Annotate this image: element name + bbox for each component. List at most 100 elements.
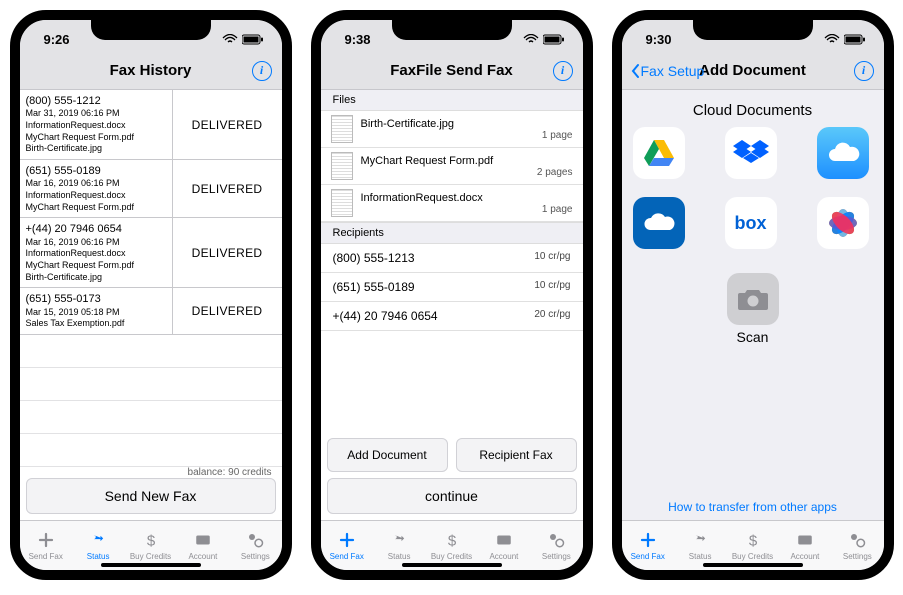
tab-label: Send Fax [29,552,63,561]
balance-text: balance: 90 credits [188,467,272,478]
page-title: FaxFile Send Fax [390,62,513,79]
status-label: DELIVERED [172,288,282,334]
tab-label: Send Fax [631,552,665,561]
navbar: FaxFile Send Fax i [321,52,583,90]
history-info: (651) 555-0189Mar 16, 2019 06:16 PMInfor… [20,160,172,217]
cloud-provider-grid: box [622,127,884,259]
tab-label: Settings [241,552,270,561]
add-document-content: Cloud Documents box [622,90,884,520]
dropbox-icon[interactable] [725,127,777,179]
tab-settings[interactable]: Settings [530,521,582,570]
settings-icon [847,531,867,551]
info-button[interactable]: i [553,61,573,81]
recipient-rate: 20 cr/pg [534,309,570,323]
battery-icon [844,34,866,45]
status-label: DELIVERED [172,218,282,287]
continue-button[interactable]: continue [327,478,577,514]
status-icon [389,531,409,551]
history-list: (800) 555-1212Mar 31, 2019 06:16 PMInfor… [20,90,282,520]
history-row[interactable]: (800) 555-1212Mar 31, 2019 06:16 PMInfor… [20,90,282,160]
tab-settings[interactable]: Settings [229,521,281,570]
tab-send[interactable]: Send Fax [20,521,72,570]
home-indicator [703,563,803,567]
status-icon [690,531,710,551]
send-icon [638,531,658,551]
chevron-left-icon [630,63,641,79]
file-row[interactable]: Birth-Certificate.jpg1 page [321,111,583,148]
file-name: MyChart Request Form.pdf2 pages [361,155,573,178]
box-icon[interactable]: box [725,197,777,249]
tab-send[interactable]: Send Fax [321,521,373,570]
tab-label: Buy Credits [732,552,773,561]
camera-icon [727,273,779,325]
history-row[interactable]: (651) 555-0189Mar 16, 2019 06:16 PMInfor… [20,160,282,218]
file-name: InformationRequest.docx1 page [361,192,573,215]
status-icons [523,34,565,45]
scan-label: Scan [622,329,884,345]
back-label: Fax Setup [641,63,705,79]
wifi-icon [523,34,539,44]
send-new-fax-button[interactable]: Send New Fax [26,478,276,514]
tab-label: Status [689,552,712,561]
recipient-number: (651) 555-0189 [333,280,415,294]
tab-label: Account [188,552,217,561]
status-icons [222,34,264,45]
recipient-number: +(44) 20 7946 0654 [333,309,438,323]
info-icon: i [252,61,272,81]
photos-icon[interactable] [817,197,869,249]
notch [693,20,813,40]
page-title: Add Document [699,62,806,79]
info-icon: i [854,61,874,81]
info-button[interactable]: i [854,61,874,81]
send-icon [36,531,56,551]
history-info: (800) 555-1212Mar 31, 2019 06:16 PMInfor… [20,90,172,159]
cloud-documents-title: Cloud Documents [622,90,884,127]
clock: 9:38 [345,32,371,47]
tab-settings[interactable]: Settings [831,521,883,570]
svg-text:$: $ [447,532,456,549]
scan-button[interactable]: Scan [622,273,884,345]
recipient-row[interactable]: (800) 555-121310 cr/pg [321,244,583,273]
notch [91,20,211,40]
back-button[interactable]: Fax Setup [630,63,705,79]
phone-fax-history: 9:26 Fax History i (800) 555-1212Mar 31,… [10,10,292,580]
tab-label: Settings [843,552,872,561]
recipient-number: (800) 555-1213 [333,251,415,265]
history-info: +(44) 20 7946 0654Mar 16, 2019 06:16 PMI… [20,218,172,287]
file-row[interactable]: InformationRequest.docx1 page [321,185,583,222]
transfer-help-link[interactable]: How to transfer from other apps [622,500,884,514]
wifi-icon [824,34,840,44]
file-row[interactable]: MyChart Request Form.pdf2 pages [321,148,583,185]
buy-icon: $ [141,531,161,551]
home-indicator [402,563,502,567]
recipient-row[interactable]: (651) 555-0189 10 cr/pg [321,273,583,302]
status-icons [824,34,866,45]
add-document-button[interactable]: Add Document [327,438,448,472]
navbar: Fax Setup Add Document i [622,52,884,90]
tab-label: Settings [542,552,571,561]
history-info: (651) 555-0173Mar 15, 2019 05:18 PMSales… [20,288,172,334]
settings-icon [546,531,566,551]
icloud-icon[interactable] [817,127,869,179]
tab-label: Buy Credits [431,552,472,561]
onedrive-icon[interactable] [633,197,685,249]
send-icon [337,531,357,551]
recipient-row[interactable]: +(44) 20 7946 0654 20 cr/pg [321,302,583,331]
wifi-icon [222,34,238,44]
battery-icon [543,34,565,45]
settings-icon [245,531,265,551]
info-button[interactable]: i [252,61,272,81]
tab-send[interactable]: Send Fax [622,521,674,570]
tab-label: Send Fax [330,552,364,561]
buy-icon: $ [743,531,763,551]
clock: 9:26 [44,32,70,47]
file-thumbnail-icon [331,115,353,143]
recipient-rate: 10 cr/pg [534,280,570,294]
send-fax-content: Files Birth-Certificate.jpg1 pageMyChart… [321,90,583,520]
history-row[interactable]: (651) 555-0173Mar 15, 2019 05:18 PMSales… [20,288,282,335]
recipient-fax-button[interactable]: Recipient Fax [456,438,577,472]
navbar: Fax History i [20,52,282,90]
google-drive-icon[interactable] [633,127,685,179]
history-row[interactable]: +(44) 20 7946 0654Mar 16, 2019 06:16 PMI… [20,218,282,288]
account-icon [795,531,815,551]
